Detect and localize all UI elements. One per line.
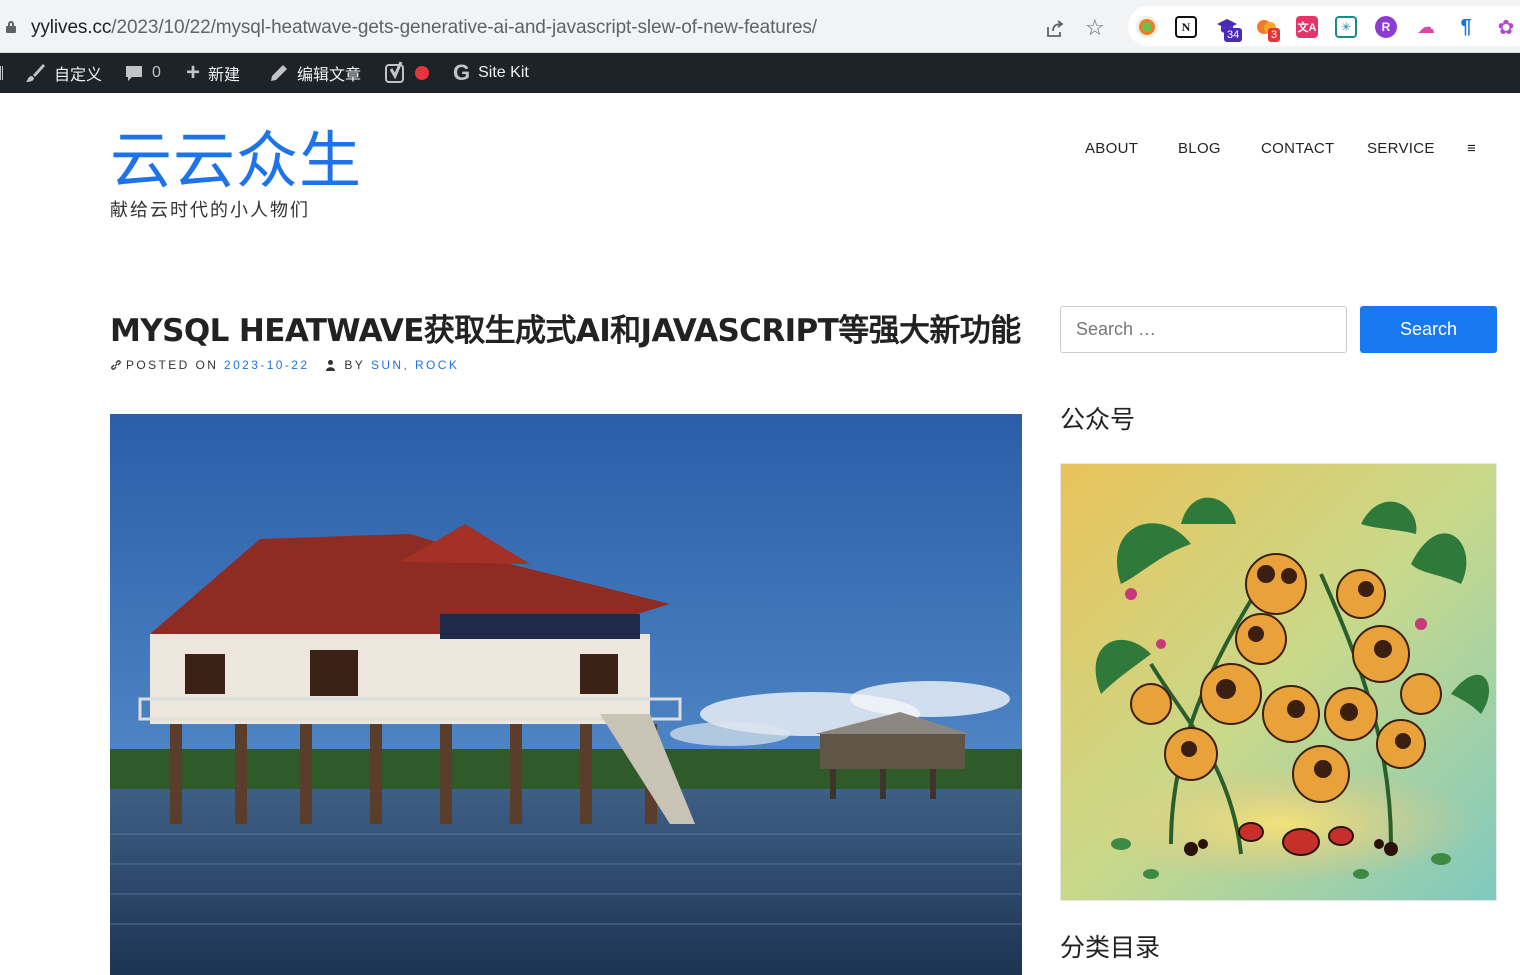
comment-bubble-icon bbox=[124, 63, 144, 83]
pencil-icon bbox=[269, 63, 289, 83]
nav-item-about[interactable]: ABOUT bbox=[1085, 140, 1138, 157]
site-title[interactable]: 云云众生 bbox=[110, 123, 362, 199]
post-meta: POSTED ON 2023-10-22 BY SUN, ROCK bbox=[110, 358, 459, 372]
wp-admin-bar: 自定义 0 + 新建 编辑文章 G Site Kit bbox=[0, 53, 1520, 93]
search-button[interactable]: Search bbox=[1360, 306, 1497, 353]
customize-link[interactable]: 自定义 bbox=[24, 53, 102, 93]
sitekit-label: Site Kit bbox=[478, 64, 529, 81]
pattern-extension-icon[interactable]: ✳ bbox=[1335, 16, 1357, 38]
browser-toolbar: yylives.cc/2023/10/22/mysql-heatwave-get… bbox=[0, 0, 1520, 53]
edit-label: 编辑文章 bbox=[297, 67, 362, 84]
extension-badge: 3 bbox=[1268, 28, 1281, 42]
pilcrow-icon[interactable]: ¶ bbox=[1455, 16, 1477, 38]
cloud-outline-icon[interactable]: ☁ bbox=[1415, 16, 1437, 38]
posted-on-label: POSTED ON bbox=[126, 358, 219, 372]
menu-toggle-icon[interactable]: ≡ bbox=[1467, 140, 1476, 157]
yoast-seo-link[interactable] bbox=[385, 53, 429, 93]
post-title: MYSQL HEATWAVE获取生成式AI和JAVASCRIPT等强大新功能 bbox=[110, 313, 1021, 349]
reader-extension-icon[interactable]: R bbox=[1375, 16, 1397, 38]
plus-icon: + bbox=[186, 59, 201, 86]
featured-image bbox=[110, 414, 1022, 975]
customize-label: 自定义 bbox=[54, 67, 103, 84]
sitekit-link[interactable]: G Site Kit bbox=[453, 53, 529, 93]
author-link[interactable]: SUN, ROCK bbox=[371, 358, 459, 372]
extension-icon[interactable] bbox=[1136, 16, 1158, 38]
notion-icon[interactable]: N bbox=[1175, 16, 1197, 38]
comments-count: 0 bbox=[152, 64, 161, 81]
lock-icon[interactable] bbox=[6, 21, 16, 33]
brush-icon bbox=[24, 62, 46, 84]
new-content-link[interactable]: + 新建 bbox=[186, 53, 240, 93]
share-icon[interactable] bbox=[1045, 19, 1065, 39]
stilt-house-photo bbox=[110, 414, 1022, 975]
extensions-bar: N 34 3 文A ✳ R ☁ ¶ ✿ bbox=[1128, 6, 1520, 46]
widget-title-wechat: 公众号 bbox=[1060, 405, 1136, 434]
translate-icon[interactable]: 文A bbox=[1296, 16, 1318, 38]
nav-item-service[interactable]: SERVICE bbox=[1367, 140, 1435, 157]
nav-item-blog[interactable]: BLOG bbox=[1178, 140, 1221, 157]
extension-badge: 34 bbox=[1224, 28, 1243, 42]
comments-link[interactable]: 0 bbox=[124, 53, 161, 93]
nav-item-contact[interactable]: CONTACT bbox=[1261, 140, 1334, 157]
link-icon bbox=[110, 359, 122, 371]
ants-illustration bbox=[1061, 464, 1496, 900]
wechat-qr-image bbox=[1060, 463, 1497, 901]
yoast-icon bbox=[385, 61, 407, 85]
address-bar[interactable]: yylives.cc/2023/10/22/mysql-heatwave-get… bbox=[0, 3, 1122, 49]
author-icon bbox=[325, 359, 336, 371]
openai-icon[interactable]: ✿ bbox=[1495, 16, 1517, 39]
site-description: 献给云时代的小人物们 bbox=[110, 200, 310, 220]
edit-post-link[interactable]: 编辑文章 bbox=[269, 53, 361, 93]
widget-title-categories: 分类目录 bbox=[1060, 933, 1161, 962]
bookmark-star-icon[interactable]: ☆ bbox=[1085, 17, 1105, 39]
search-input[interactable] bbox=[1060, 306, 1347, 353]
admin-menu-edge[interactable] bbox=[0, 53, 4, 93]
by-label: BY bbox=[344, 358, 366, 372]
url-text[interactable]: yylives.cc/2023/10/22/mysql-heatwave-get… bbox=[31, 17, 817, 39]
new-label: 新建 bbox=[208, 67, 241, 84]
google-g-icon: G bbox=[453, 60, 471, 85]
seo-status-dot bbox=[415, 66, 429, 80]
post-date-link[interactable]: 2023-10-22 bbox=[224, 358, 309, 372]
